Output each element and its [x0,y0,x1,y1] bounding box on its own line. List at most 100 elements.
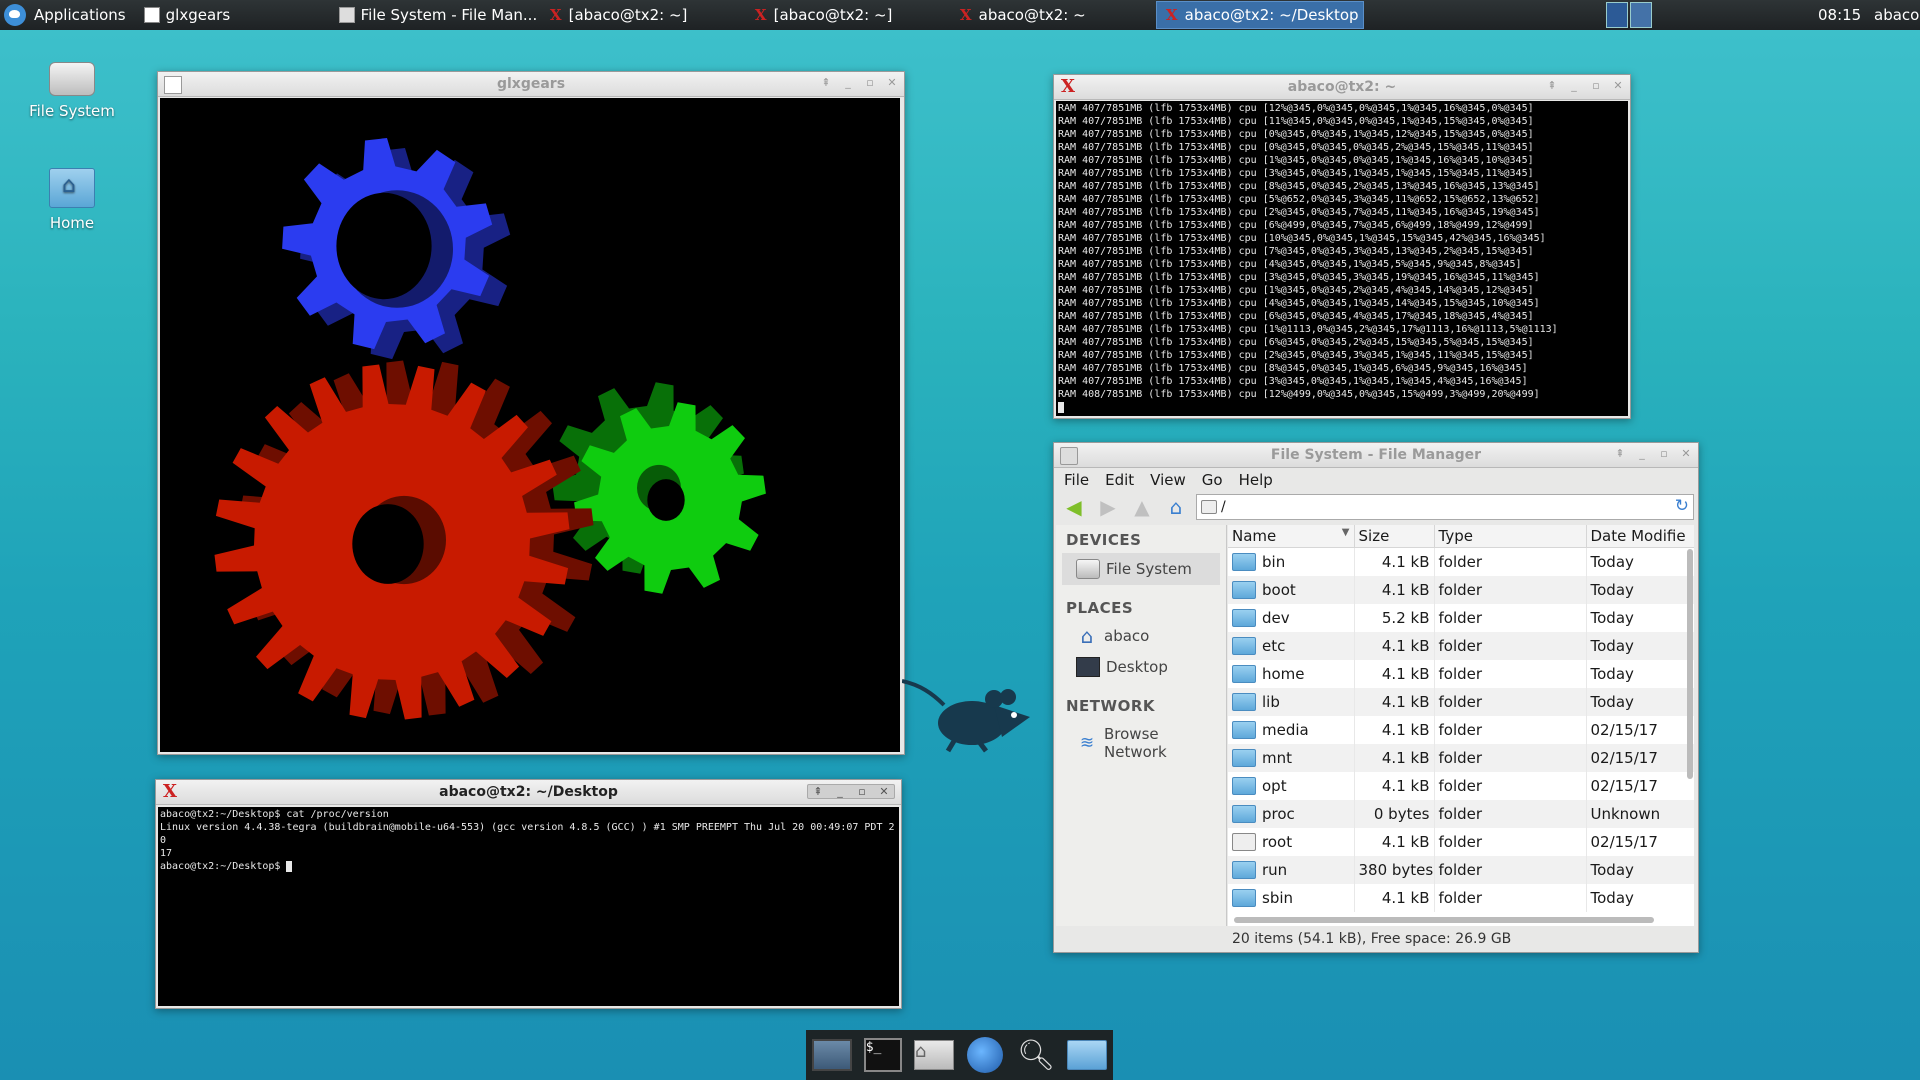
task-terminal-desktop[interactable]: X abaco@tx2: ~/Desktop [1155,1,1364,29]
titlebar[interactable]: File System - File Manager ⇞ _ ▫ ✕ [1054,443,1698,468]
file-row-home[interactable]: home 4.1 kB folder Today [1228,660,1694,688]
file-manager-window[interactable]: File System - File Manager ⇞ _ ▫ ✕ File … [1053,442,1699,953]
dock-show-desktop[interactable] [811,1037,852,1073]
file-name-cell: opt [1228,772,1355,800]
horizontal-scrollbar[interactable] [1234,917,1654,923]
file-name: lib [1262,692,1280,711]
desktop-icon-home[interactable]: Home [22,168,122,232]
task-label: [abaco@tx2: ~] [568,6,688,24]
reload-icon[interactable]: ↻ [1675,496,1689,516]
file-row-etc[interactable]: etc 4.1 kB folder Today [1228,632,1694,660]
maximize-button-icon[interactable]: ▫ [1658,447,1670,460]
terminal-window-desktop[interactable]: X abaco@tx2: ~/Desktop ⇞ _ ▫ ✕ abaco@tx2… [155,779,902,1009]
close-button-icon[interactable]: ✕ [886,76,898,89]
desktop-icon-file-system[interactable]: File System [22,62,122,120]
file-date: Today [1586,884,1694,912]
shade-button-icon[interactable]: ⇞ [1546,79,1558,92]
shade-button-icon[interactable]: ⇞ [820,76,832,89]
file-row-opt[interactable]: opt 4.1 kB folder 02/15/17 [1228,772,1694,800]
user-menu[interactable]: abaco [1874,6,1919,24]
file-name: etc [1262,636,1286,655]
window-buttons: ⇞ _ ▫ ✕ [1546,79,1624,92]
workspace-1[interactable] [1606,2,1628,28]
file-row-proc[interactable]: proc 0 bytes folder Unknown [1228,800,1694,828]
shade-button-icon[interactable]: ⇞ [812,785,824,798]
titlebar[interactable]: X abaco@tx2: ~ ⇞ _ ▫ ✕ [1054,75,1630,100]
column-header-name[interactable]: Name ▼ [1228,525,1355,548]
terminal-window-top[interactable]: X abaco@tx2: ~ ⇞ _ ▫ ✕ RAM 407/7851MB (l… [1053,74,1631,419]
sidebar-item-file-system[interactable]: File System [1062,553,1220,585]
workspace-switcher[interactable] [1606,2,1652,28]
menu-go[interactable]: Go [1196,471,1233,489]
minimize-button-icon[interactable]: _ [834,785,846,798]
task-terminal-1[interactable]: X [abaco@tx2: ~] [541,2,742,28]
workspace-2[interactable] [1630,2,1652,28]
terminal-line: RAM 407/7851MB (lfb 1753x4MB) cpu [3%@34… [1058,376,1528,387]
home-icon: ⌂ [1080,624,1094,648]
task-glxgears[interactable]: glxgears [136,2,327,28]
file-row-boot[interactable]: boot 4.1 kB folder Today [1228,576,1694,604]
location-bar[interactable]: / ↻ [1196,494,1694,520]
menu-file[interactable]: File [1058,471,1099,489]
file-row-bin[interactable]: bin 4.1 kB folder Today [1228,547,1694,576]
dock-web-browser[interactable] [965,1037,1005,1073]
column-header-size[interactable]: Size [1354,525,1435,548]
forward-arrow-icon[interactable]: ▶ [1094,494,1122,520]
xfce-logo-icon [4,4,26,26]
back-arrow-icon[interactable]: ◀ [1060,494,1088,520]
sidebar-item-browse-network[interactable]: ≋ Browse Network [1056,719,1226,767]
file-row-media[interactable]: media 4.1 kB folder 02/15/17 [1228,716,1694,744]
file-row-mnt[interactable]: mnt 4.1 kB folder 02/15/17 [1228,744,1694,772]
shade-button-icon[interactable]: ⇞ [1614,447,1626,460]
terminal-line: RAM 407/7851MB (lfb 1753x4MB) cpu [6%@34… [1058,311,1534,322]
glxgears-window[interactable]: glxgears ⇞ _ ▫ ✕ [157,71,905,755]
titlebar[interactable]: glxgears ⇞ _ ▫ ✕ [158,72,904,97]
glxgears-canvas[interactable] [160,98,900,752]
menu-edit[interactable]: Edit [1099,471,1144,489]
menu-view[interactable]: View [1144,471,1196,489]
task-terminal-2[interactable]: X [abaco@tx2: ~] [746,2,947,28]
task-label: abaco@tx2: ~ [978,6,1086,24]
maximize-button-icon[interactable]: ▫ [864,76,876,89]
column-header-date[interactable]: Date Modifie [1586,525,1694,548]
menu-help[interactable]: Help [1233,471,1283,489]
file-size: 4.1 kB [1354,884,1435,912]
close-button-icon[interactable]: ✕ [878,785,890,798]
file-row-root[interactable]: root 4.1 kB folder 02/15/17 [1228,828,1694,856]
sidebar-item-abaco[interactable]: ⌂ abaco [1056,621,1226,651]
close-button-icon[interactable]: ✕ [1612,79,1624,92]
file-row-sbin[interactable]: sbin 4.1 kB folder Today [1228,884,1694,912]
maximize-button-icon[interactable]: ▫ [1590,79,1602,92]
clock[interactable]: 08:15 [1818,6,1861,24]
applications-menu-button[interactable]: Applications [0,0,136,30]
minimize-button-icon[interactable]: _ [842,76,854,89]
file-row-lib[interactable]: lib 4.1 kB folder Today [1228,688,1694,716]
column-header-type[interactable]: Type [1434,525,1587,548]
terminal-line: RAM 407/7851MB (lfb 1753x4MB) cpu [3%@34… [1058,272,1540,283]
sidebar-item-desktop[interactable]: Desktop [1056,651,1226,683]
dock-home-folder[interactable]: ⌂ [913,1037,954,1073]
drive-icon [1076,559,1100,579]
close-button-icon[interactable]: ✕ [1680,447,1692,460]
terminal-line: RAM 407/7851MB (lfb 1753x4MB) cpu [3%@34… [1058,168,1534,179]
task-file-manager[interactable]: File System - File Man... [331,2,537,28]
parent-folder-icon[interactable]: ▲ [1128,494,1156,520]
file-type: folder [1434,576,1587,604]
dock-files[interactable] [1067,1037,1108,1073]
home-icon[interactable]: ⌂ [1162,494,1190,520]
file-name-cell: lib [1228,688,1355,716]
task-terminal-3[interactable]: X abaco@tx2: ~ [951,2,1152,28]
titlebar[interactable]: X abaco@tx2: ~/Desktop ⇞ _ ▫ ✕ [156,780,901,805]
dock-app-finder[interactable]: 🔍︎ [1016,1037,1056,1073]
terminal-line: RAM 408/7851MB (lfb 1753x4MB) cpu [12%@4… [1058,389,1540,400]
minimize-button-icon[interactable]: _ [1636,447,1648,460]
minimize-button-icon[interactable]: _ [1568,79,1580,92]
dock-terminal[interactable]: $_ [863,1037,903,1073]
terminal-output[interactable]: RAM 407/7851MB (lfb 1753x4MB) cpu [12%@3… [1056,101,1628,416]
vertical-scrollbar[interactable] [1687,549,1693,779]
maximize-button-icon[interactable]: ▫ [856,785,868,798]
file-row-run[interactable]: run 380 bytes folder Today [1228,856,1694,884]
column-label: Name [1232,527,1277,545]
terminal-output[interactable]: abaco@tx2:~/Desktop$ cat /proc/version Li… [158,807,899,1006]
file-row-dev[interactable]: dev 5.2 kB folder Today [1228,604,1694,632]
